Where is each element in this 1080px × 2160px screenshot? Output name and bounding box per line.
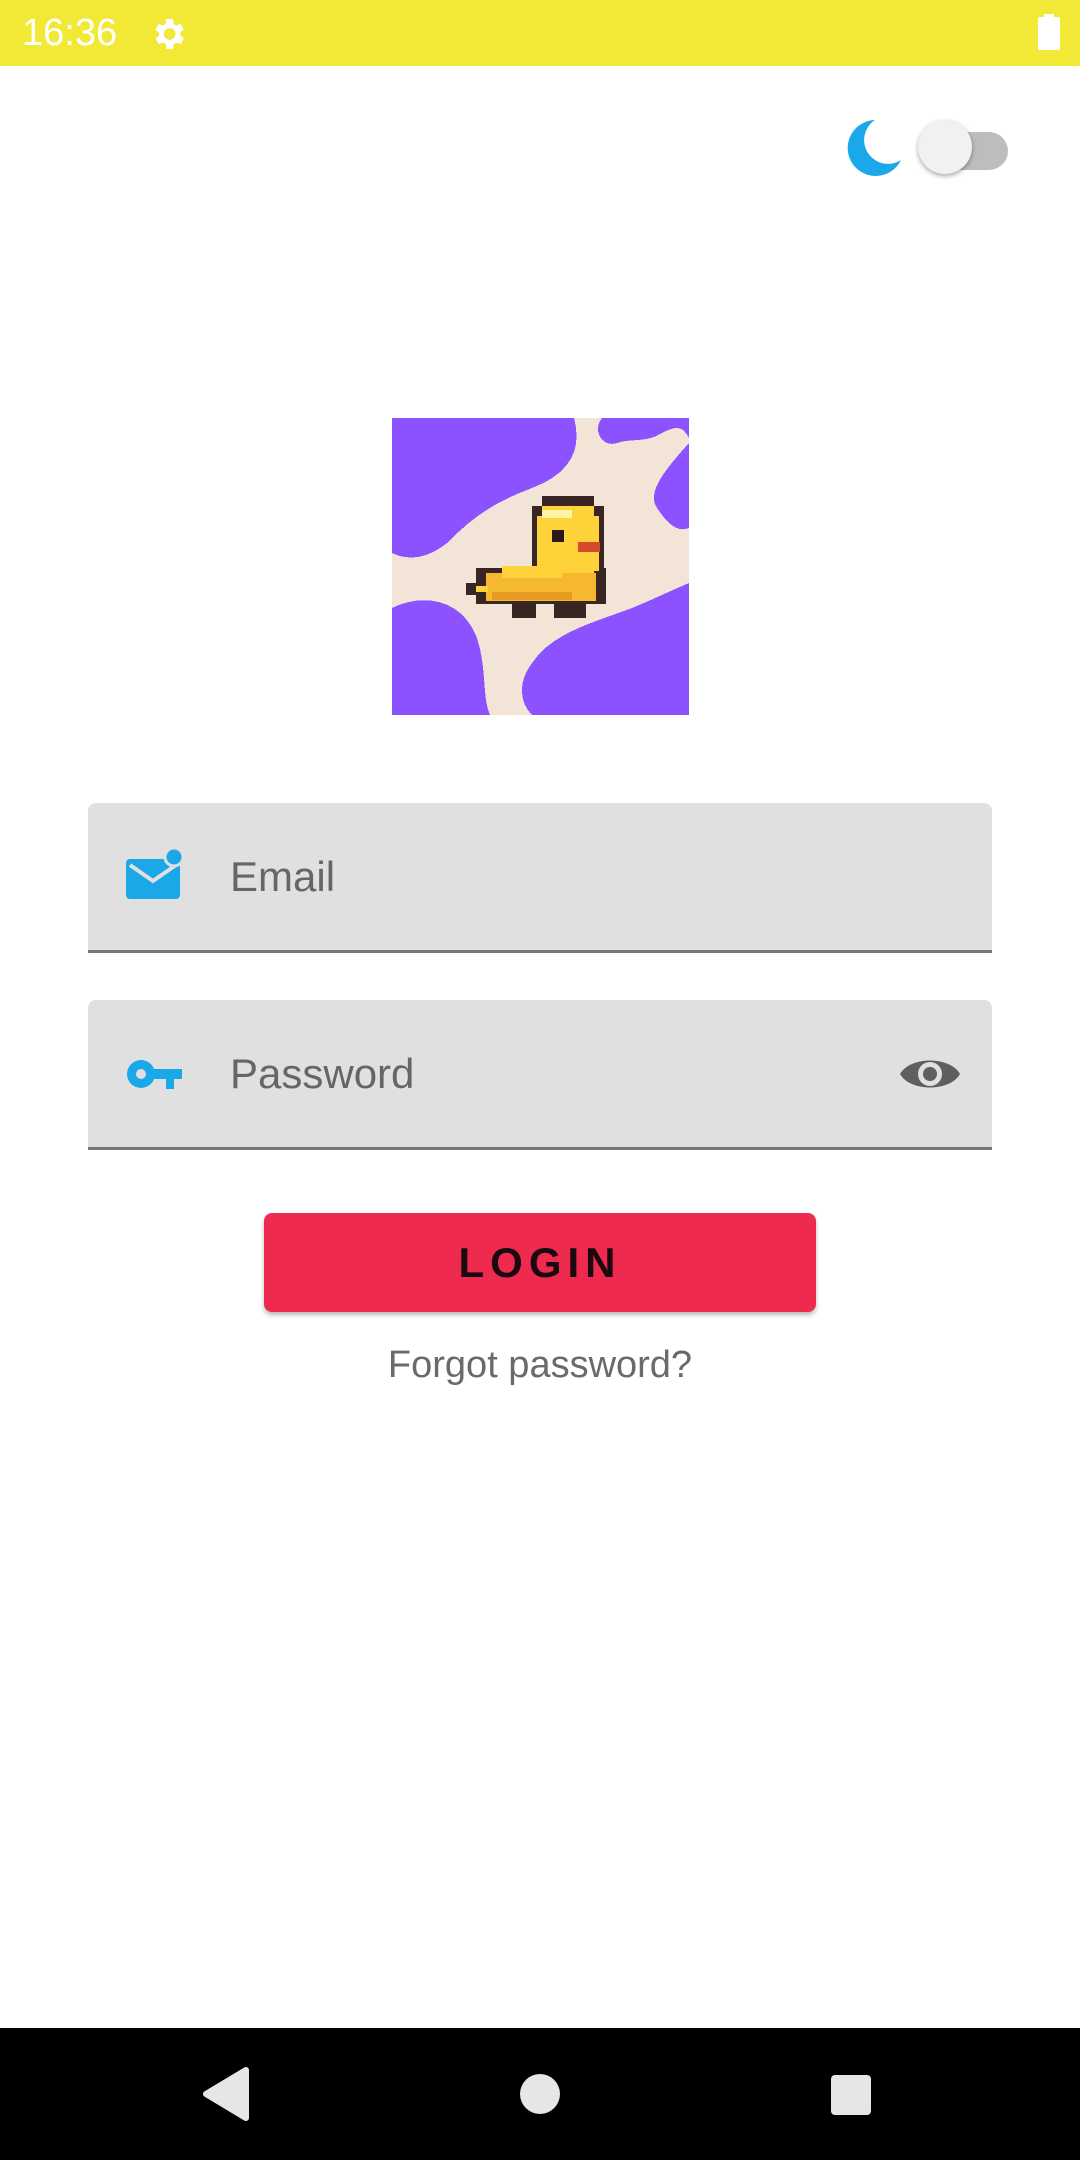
navigation-bar (0, 2028, 1080, 2160)
status-time: 16:36 (22, 12, 118, 54)
dark-mode-toggle[interactable] (912, 118, 1012, 174)
eye-icon[interactable] (898, 1046, 962, 1102)
email-icon (126, 847, 184, 899)
key-icon (127, 1060, 182, 1089)
login-button[interactable]: LOGIN (264, 1213, 816, 1312)
app-logo (392, 418, 689, 715)
toggle-thumb (918, 120, 972, 174)
forgot-password-link[interactable]: Forgot password? (0, 1344, 1080, 1387)
password-input[interactable] (230, 1038, 850, 1110)
home-icon[interactable] (518, 2072, 562, 2116)
password-field[interactable] (88, 1000, 992, 1150)
battery-icon (1038, 14, 1060, 50)
back-icon[interactable] (200, 2066, 250, 2122)
gear-icon (155, 19, 184, 49)
email-field[interactable] (88, 803, 992, 953)
moon-icon[interactable] (845, 118, 901, 176)
recents-icon[interactable] (830, 2074, 872, 2116)
email-input[interactable] (230, 841, 850, 913)
status-bar: 16:36 (0, 0, 1080, 66)
